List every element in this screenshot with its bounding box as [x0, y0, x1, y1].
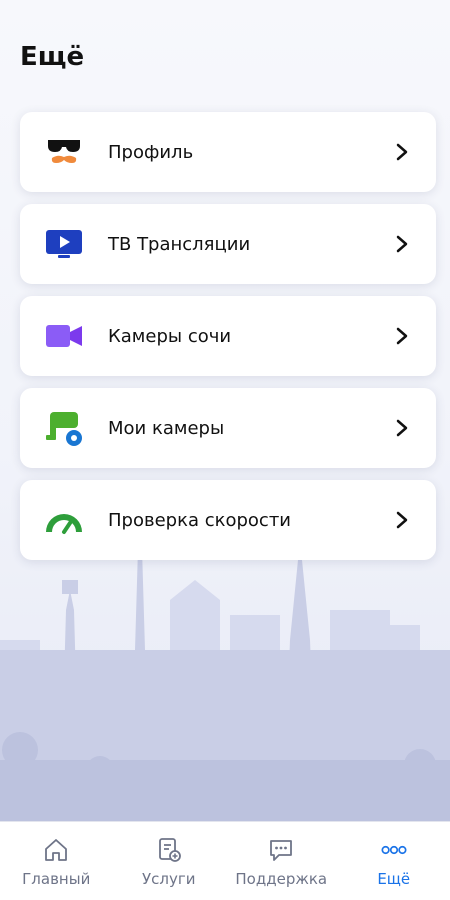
cctv-camera-icon: [44, 408, 84, 448]
menu-item-label: Проверка скорости: [108, 509, 292, 531]
menu-item-profile[interactable]: Профиль: [20, 112, 436, 192]
profile-sunglasses-mustache-icon: [44, 132, 84, 172]
menu-item-sochi-cameras[interactable]: Камеры сочи: [20, 296, 436, 376]
bottom-tab-bar: Главный Услуги Поддержка Ещё: [0, 821, 450, 900]
menu-item-tv-broadcasts[interactable]: ТВ Трансляции: [20, 204, 436, 284]
chevron-right-icon: [392, 510, 412, 530]
tab-services[interactable]: Услуги: [113, 822, 226, 900]
tab-label: Главный: [22, 870, 91, 888]
video-camera-icon: [44, 316, 84, 356]
menu-item-my-cameras[interactable]: Мои камеры: [20, 388, 436, 468]
menu-item-label: Мои камеры: [108, 417, 225, 439]
chat-bubble-icon: [267, 836, 295, 864]
services-document-icon: [155, 836, 183, 864]
more-dots-icon: [380, 836, 408, 864]
chevron-right-icon: [392, 326, 412, 346]
menu-item-speed-test[interactable]: Проверка скорости: [20, 480, 436, 560]
tv-play-icon: [44, 224, 84, 264]
menu-item-label: Камеры сочи: [108, 325, 232, 347]
tab-label: Услуги: [142, 870, 196, 888]
home-icon: [42, 836, 70, 864]
page-title: Ещё: [20, 42, 85, 72]
tab-more[interactable]: Ещё: [338, 822, 450, 900]
menu-item-label: ТВ Трансляции: [108, 233, 251, 255]
speedometer-icon: [44, 500, 84, 540]
tab-label: Поддержка: [235, 870, 328, 888]
tab-label: Ещё: [377, 870, 411, 888]
tab-home[interactable]: Главный: [0, 822, 113, 900]
tab-support[interactable]: Поддержка: [225, 822, 338, 900]
chevron-right-icon: [392, 418, 412, 438]
chevron-right-icon: [392, 234, 412, 254]
chevron-right-icon: [392, 142, 412, 162]
menu-list: Профиль ТВ Трансляции Камеры сочи Мои ка…: [20, 112, 436, 572]
menu-item-label: Профиль: [108, 141, 194, 163]
